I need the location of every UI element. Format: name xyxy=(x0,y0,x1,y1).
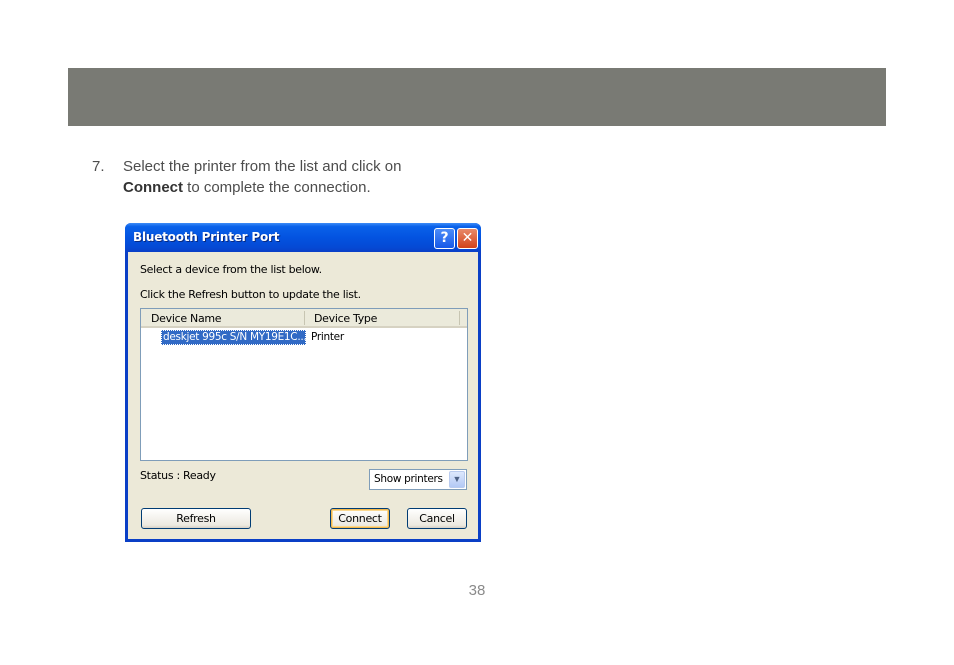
refresh-button[interactable]: Refresh xyxy=(141,508,251,529)
connect-button[interactable]: Connect xyxy=(330,508,390,529)
device-list[interactable]: Device Name Device Type deskjet 995c S/N… xyxy=(140,308,468,461)
instruction-refresh: Click the Refresh button to update the l… xyxy=(140,288,361,301)
step-text-line1: Select the printer from the list and cli… xyxy=(123,158,402,175)
column-header-device-name[interactable]: Device Name xyxy=(151,312,222,325)
cancel-button[interactable]: Cancel xyxy=(407,508,467,529)
column-divider[interactable] xyxy=(459,311,460,325)
chevron-down-icon[interactable]: ▼ xyxy=(449,471,465,488)
step-text-line2: to complete the connection. xyxy=(183,179,371,196)
step-bold-word: Connect xyxy=(123,179,183,196)
device-name-cell[interactable]: deskjet 995c S/N MY19E1C... xyxy=(161,330,306,345)
column-header-device-type[interactable]: Device Type xyxy=(314,312,377,325)
device-list-row[interactable]: deskjet 995c S/N MY19E1C... Printer xyxy=(141,329,467,346)
help-icon[interactable]: ? xyxy=(434,228,455,249)
device-filter-value: Show printers xyxy=(374,473,443,485)
bluetooth-printer-port-dialog: Bluetooth Printer Port ? ✕ Select a devi… xyxy=(125,223,481,542)
dialog-titlebar[interactable]: Bluetooth Printer Port ? ✕ xyxy=(125,223,481,252)
header-bar xyxy=(68,68,886,126)
step-number: 7. xyxy=(92,158,105,175)
column-divider[interactable] xyxy=(304,311,305,325)
step-text: Select the printer from the list and cli… xyxy=(123,156,483,198)
device-list-header: Device Name Device Type xyxy=(141,309,467,328)
close-icon[interactable]: ✕ xyxy=(457,228,478,249)
device-filter-dropdown[interactable]: Show printers ▼ xyxy=(369,469,467,490)
page-number: 38 xyxy=(468,582,486,599)
status-text: Status : Ready xyxy=(140,469,216,482)
dialog-title: Bluetooth Printer Port xyxy=(133,230,280,244)
dialog-body: Select a device from the list below. Cli… xyxy=(128,252,478,539)
device-type-cell: Printer xyxy=(311,331,344,343)
instruction-select-device: Select a device from the list below. xyxy=(140,263,322,276)
